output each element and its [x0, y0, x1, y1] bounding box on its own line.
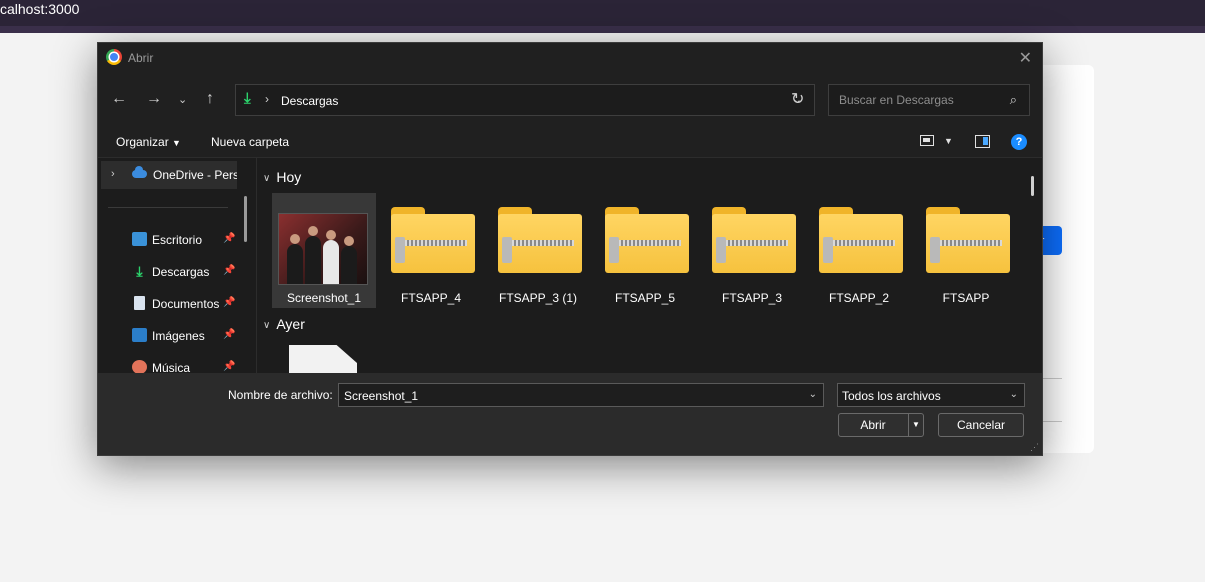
file-item[interactable]: Screenshot_1 [272, 193, 376, 308]
group-header-ayer[interactable]: ∨ Ayer [263, 316, 305, 332]
sidebar-item-descargas[interactable]: ⤓ Descargas 📌 [98, 260, 244, 284]
navigation-bar: ← → ⌄ ↑ ⤓ › Descargas ⌄ ↻ ⌕ [98, 73, 1042, 127]
file-name: FTSAPP_3 (1) [498, 291, 578, 305]
filename-input[interactable] [342, 388, 786, 404]
view-dropdown-icon[interactable]: ▼ [944, 136, 953, 146]
dialog-footer: Nombre de archivo: ⌄ Todos los archivos … [98, 373, 1042, 455]
help-icon[interactable]: ? [1011, 134, 1027, 150]
zip-folder-icon [498, 207, 582, 273]
search-box[interactable]: ⌕ [828, 84, 1030, 116]
file-type-select[interactable]: Todos los archivos ⌄ [837, 383, 1025, 407]
onedrive-cloud-icon [132, 166, 147, 178]
sidebar-item-label: OneDrive - Perso [153, 168, 237, 182]
file-name: FTSAPP_4 [400, 291, 462, 305]
organize-menu[interactable]: Organizar ▼ [116, 135, 181, 149]
address-bar[interactable]: ⤓ › Descargas ⌄ [235, 84, 815, 116]
file-name: FTSAPP [942, 291, 990, 305]
file-name: Screenshot_1 [286, 291, 362, 305]
file-item[interactable]: FTSAPP_3 [700, 193, 804, 308]
desktop-icon [132, 232, 147, 246]
zip-folder-icon [712, 207, 796, 273]
pin-icon: 📌 [223, 329, 236, 340]
browser-strip [0, 26, 1205, 33]
chevron-down-icon[interactable]: ⌄ [809, 389, 817, 400]
search-icon[interactable]: ⌕ [1010, 92, 1017, 108]
recent-locations-chevron-icon[interactable]: ⌄ [178, 93, 187, 106]
download-icon: ⤓ [244, 90, 251, 107]
file-item[interactable]: FTSAPP [914, 193, 1018, 308]
breadcrumb-chevron-icon: › [265, 92, 269, 106]
preview-pane-icon[interactable] [975, 135, 990, 148]
zip-folder-icon [391, 207, 475, 273]
group-header-label: Ayer [276, 316, 305, 332]
file-list-scrollbar[interactable] [1031, 176, 1034, 196]
image-thumbnail [278, 213, 368, 285]
group-header-hoy[interactable]: ∨ Hoy [263, 169, 301, 185]
address-path[interactable]: Descargas [281, 94, 338, 108]
sidebar-divider [108, 207, 228, 208]
download-icon: ⤓ [136, 263, 143, 279]
chrome-logo-icon [106, 49, 122, 65]
sidebar-item-imagenes[interactable]: Imágenes 📌 [98, 324, 244, 348]
expand-chevron-icon[interactable]: › [111, 168, 115, 180]
filename-label: Nombre de archivo: [228, 388, 333, 402]
sidebar-item-onedrive[interactable]: › OneDrive - Perso [101, 161, 237, 189]
dialog-titlebar: Abrir ✕ [98, 43, 1042, 73]
pin-icon: 📌 [223, 297, 236, 308]
refresh-icon[interactable]: ↻ [791, 89, 804, 109]
browser-url[interactable]: calhost:3000 [0, 1, 79, 17]
file-item[interactable]: FTSAPP_5 [593, 193, 697, 308]
dialog-title: Abrir [128, 51, 154, 65]
open-file-dialog: Abrir ✕ ← → ⌄ ↑ ⤓ › Descargas ⌄ ↻ ⌕ Orga… [97, 42, 1043, 456]
forward-arrow-icon[interactable]: → [146, 90, 162, 108]
sidebar-item-escritorio[interactable]: Escritorio 📌 [98, 228, 244, 252]
close-icon[interactable]: ✕ [1019, 48, 1032, 68]
document-icon [134, 296, 145, 310]
command-bar: Organizar ▼ Nueva carpeta ▼ ? [98, 127, 1042, 158]
file-item[interactable]: FTSAPP_2 [807, 193, 911, 308]
view-options-icon[interactable] [920, 135, 934, 146]
sidebar-item-documentos[interactable]: Documentos 📌 [98, 292, 244, 316]
search-input[interactable] [837, 92, 1001, 108]
file-name: FTSAPP_5 [614, 291, 676, 305]
sidebar-item-label: Imágenes [152, 329, 205, 343]
zip-folder-icon [926, 207, 1010, 273]
file-item[interactable]: FTSAPP_4 [379, 193, 483, 308]
images-icon [132, 328, 147, 342]
up-arrow-icon[interactable]: ↑ [206, 90, 214, 108]
sidebar-item-label: Documentos [152, 297, 220, 311]
background-divider [1040, 378, 1062, 379]
file-name: FTSAPP_3 [721, 291, 783, 305]
pin-icon: 📌 [223, 361, 236, 372]
group-header-label: Hoy [276, 169, 302, 185]
new-folder-button[interactable]: Nueva carpeta [211, 135, 289, 149]
back-arrow-icon[interactable]: ← [111, 90, 127, 108]
pin-icon: 📌 [223, 233, 236, 244]
sidebar-item-label: Escritorio [152, 233, 203, 247]
open-button[interactable]: Abrir ▼ [838, 413, 924, 437]
chevron-down-icon: ⌄ [1009, 389, 1018, 400]
chevron-down-icon: ▼ [172, 138, 181, 148]
sidebar-scrollbar[interactable] [244, 196, 247, 242]
navigation-pane: › OneDrive - Perso Escritorio 📌 ⤓ Descar… [98, 158, 257, 375]
open-split-dropdown-icon[interactable]: ▼ [908, 414, 923, 436]
file-name: FTSAPP_2 [828, 291, 890, 305]
collapse-chevron-icon[interactable]: ∨ [263, 320, 270, 331]
zip-folder-icon [819, 207, 903, 273]
music-icon [132, 360, 147, 374]
file-item[interactable]: FTSAPP_3 (1) [486, 193, 590, 308]
sidebar-item-label: Descargas [152, 265, 210, 279]
pin-icon: 📌 [223, 265, 236, 276]
organize-label: Organizar [116, 135, 169, 149]
file-type-value: Todos los archivos [842, 389, 941, 403]
browser-bar: calhost:3000 [0, 0, 1205, 26]
collapse-chevron-icon[interactable]: ∨ [263, 173, 270, 184]
background-divider [1040, 421, 1062, 422]
cancel-button[interactable]: Cancelar [938, 413, 1024, 437]
file-list: ∨ Hoy Screenshot_1 FTSAPP_4 FTSAPP_3 (1) … [257, 158, 1042, 385]
zip-folder-icon [605, 207, 689, 273]
filename-combobox[interactable]: ⌄ [338, 383, 824, 407]
open-button-label: Abrir [860, 418, 886, 432]
resize-grip-icon[interactable]: ⋰ [1030, 442, 1039, 453]
